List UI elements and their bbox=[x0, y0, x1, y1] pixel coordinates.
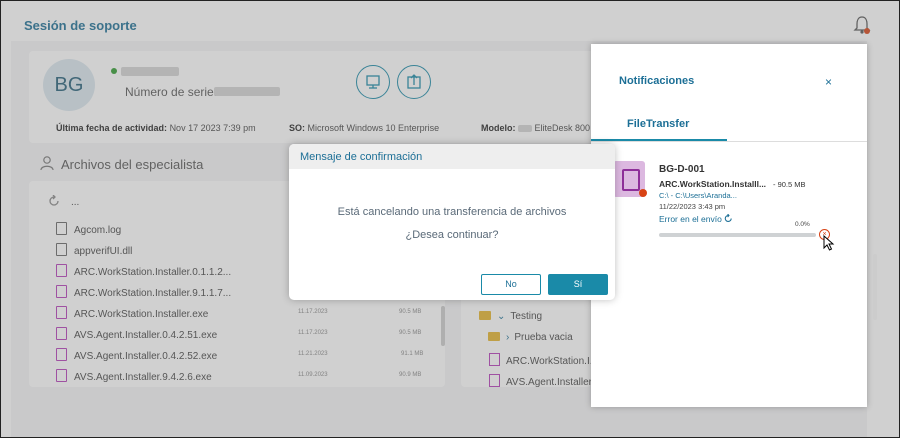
confirmation-dialog: Mensaje de confirmación Está cancelando … bbox=[289, 144, 615, 300]
dialog-header: Mensaje de confirmación bbox=[289, 144, 615, 169]
app-window: Sesión de soporte BG Número de serie: Úl… bbox=[0, 0, 900, 438]
divider bbox=[591, 141, 867, 142]
close-icon[interactable]: × bbox=[825, 75, 832, 89]
notification-size: - 90.5 MB bbox=[773, 180, 806, 189]
progress-bar bbox=[659, 233, 816, 237]
notification-status: Error en el envío bbox=[659, 213, 733, 224]
dialog-message: Está cancelando una transferencia de arc… bbox=[337, 206, 567, 218]
no-button[interactable]: No bbox=[481, 274, 541, 295]
notification-device: BG-D-001 bbox=[659, 164, 705, 175]
transfer-file-icon bbox=[613, 161, 647, 197]
mouse-cursor-icon bbox=[823, 235, 835, 251]
file-icon bbox=[622, 169, 640, 191]
error-status-dot bbox=[639, 189, 647, 197]
notification-file: ARC.WorkStation.Installl... bbox=[659, 179, 767, 189]
yes-button[interactable]: Sí bbox=[548, 274, 608, 295]
notifications-panel: Notificaciones × FileTransfer BG-D-001 A… bbox=[591, 44, 877, 407]
notification-path: C:\ - C:\Users\Aranda... bbox=[659, 191, 737, 200]
status-text: Error en el envío bbox=[659, 214, 722, 224]
notification-date: 11/22/2023 3:43 pm bbox=[659, 202, 726, 211]
retry-icon[interactable] bbox=[724, 213, 733, 223]
notifications-scrollbar[interactable] bbox=[873, 254, 877, 320]
dialog-title: Mensaje de confirmación bbox=[300, 151, 423, 163]
dialog-question: ¿Desea continuar? bbox=[405, 229, 499, 241]
notifications-title: Notificaciones bbox=[619, 75, 695, 87]
progress-percent: 0.0% bbox=[795, 221, 810, 228]
tab-filetransfer[interactable]: FileTransfer bbox=[627, 118, 689, 130]
